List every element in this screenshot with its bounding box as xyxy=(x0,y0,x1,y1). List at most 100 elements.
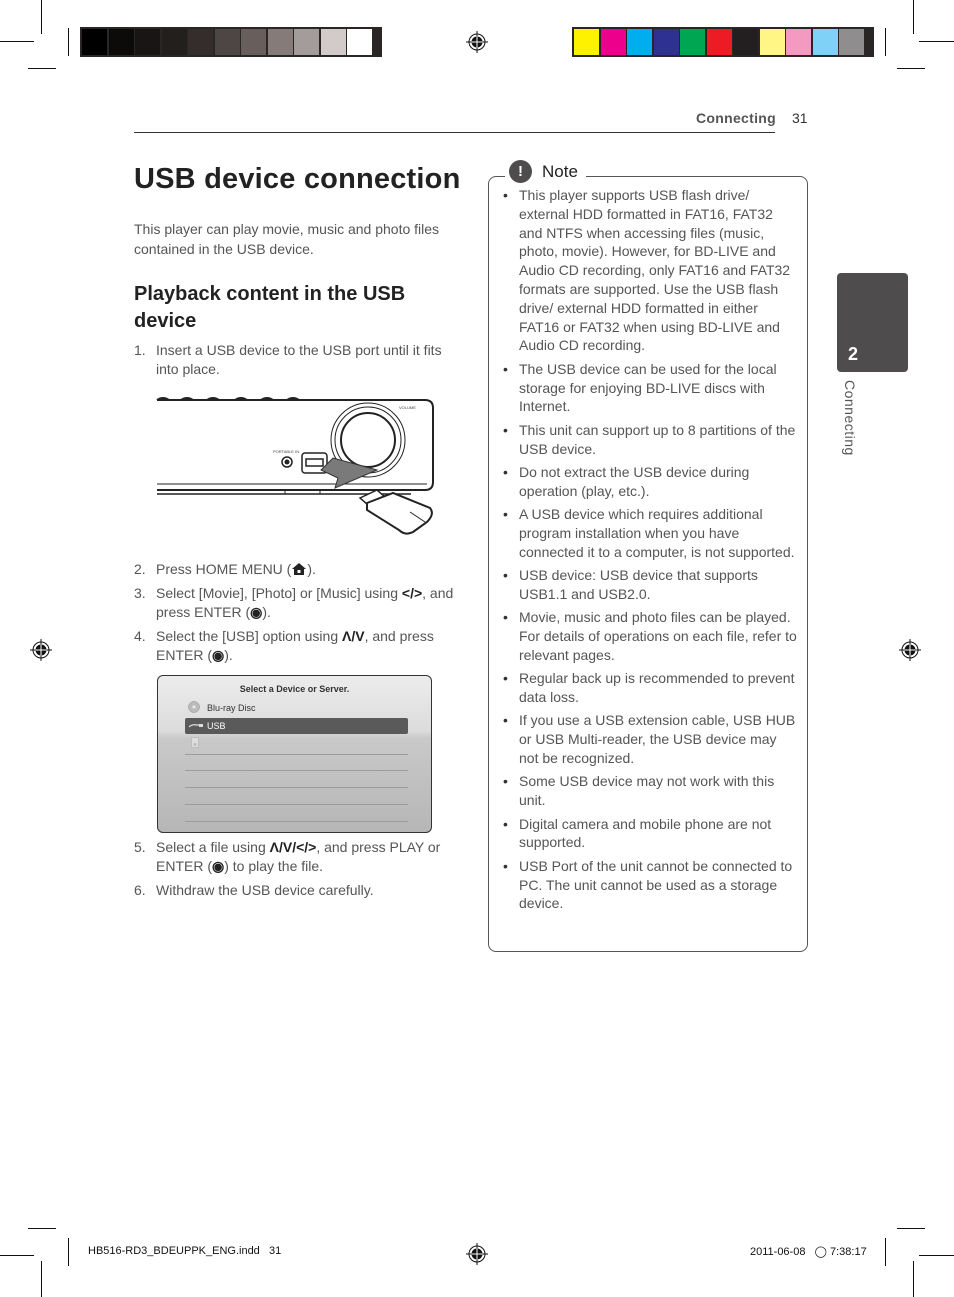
screen-divider xyxy=(185,821,408,822)
up-down-arrows-icon: Λ/V xyxy=(342,628,365,644)
registration-mark-icon xyxy=(466,31,488,53)
color-swatch xyxy=(653,29,679,55)
chapter-tab-label: Connecting xyxy=(842,380,858,456)
note-item: This unit can support up to 8 partitions… xyxy=(503,421,799,459)
exclamation-icon: ! xyxy=(509,160,532,183)
screen-divider xyxy=(185,804,408,805)
note-item: Some USB device may not work with this u… xyxy=(503,772,799,810)
chapter-tab-number: 2 xyxy=(848,344,859,364)
enter-button-icon: ◉ xyxy=(212,647,225,663)
color-swatch xyxy=(320,29,346,55)
screen-item-label: USB xyxy=(207,721,226,731)
color-swatch xyxy=(241,29,266,55)
step-4: 4. Select the [USB] option using Λ/V, an… xyxy=(134,627,464,665)
step-text-end: ). xyxy=(262,604,271,620)
screen-divider xyxy=(185,754,408,755)
screen-item-usb-selected[interactable]: USB xyxy=(185,718,408,734)
color-swatch xyxy=(267,29,293,55)
note-header: ! Note xyxy=(505,160,586,183)
note-item: A USB device which requires additional p… xyxy=(503,505,799,561)
color-swatch xyxy=(214,29,240,55)
player-usb-insertion-illustration: VOLUME PORTABLE IN xyxy=(156,397,434,535)
grayscale-calibration-bar xyxy=(80,27,382,57)
step-text: Select [Movie], [Photo] or [Music] using xyxy=(156,585,402,601)
volume-label: VOLUME xyxy=(399,405,416,410)
step-number: 6. xyxy=(134,882,146,898)
note-item: USB Port of the unit cannot be connected… xyxy=(503,857,799,913)
note-item: USB device: USB device that supports USB… xyxy=(503,566,799,604)
step-number: 4. xyxy=(134,628,146,644)
footer-filename: HB516-RD3_BDEUPPK_ENG.indd 31 xyxy=(88,1245,282,1257)
note-item: Regular back up is recommended to preven… xyxy=(503,669,799,707)
step-1: 1. Insert a USB device to the USB port u… xyxy=(134,341,464,379)
screen-divider xyxy=(185,787,408,788)
running-header-section: Connecting xyxy=(696,110,776,126)
note-list: This player supports USB flash drive/ ex… xyxy=(503,186,799,918)
step-text-end: ). xyxy=(307,561,316,577)
color-swatch xyxy=(759,29,785,55)
step-text: Select the [USB] option using xyxy=(156,628,342,644)
color-swatch xyxy=(812,29,838,55)
note-item: Digital camera and mobile phone are not … xyxy=(503,815,799,853)
step-6: 6. Withdraw the USB device carefully. xyxy=(134,881,464,900)
ipod-icon xyxy=(191,737,199,748)
registration-mark-icon xyxy=(466,1243,488,1265)
step-text: Insert a USB device to the USB port unti… xyxy=(156,342,442,377)
enter-button-icon: ◉ xyxy=(250,604,263,620)
step-text: Withdraw the USB device carefully. xyxy=(156,882,374,898)
enter-button-icon: ◉ xyxy=(212,858,225,874)
color-swatch xyxy=(161,29,187,55)
color-calibration-bar xyxy=(572,27,874,57)
home-icon xyxy=(292,563,307,575)
intro-paragraph: This player can play movie, music and ph… xyxy=(134,221,440,257)
step-text: Press HOME MENU ( xyxy=(156,561,292,577)
color-swatch xyxy=(680,29,705,55)
color-swatch xyxy=(82,29,107,55)
screen-title: Select a Device or Server. xyxy=(239,684,350,694)
note-item: If you use a USB extension cable, USB HU… xyxy=(503,711,799,767)
step-text: Select a file using xyxy=(156,839,270,855)
color-swatch xyxy=(574,29,599,55)
color-swatch xyxy=(347,29,372,55)
page-title: USB device connection xyxy=(134,163,461,195)
color-swatch xyxy=(294,29,319,55)
color-swatch xyxy=(188,29,213,55)
direction-arrows-icon: Λ/V/</> xyxy=(269,839,317,855)
color-swatch xyxy=(600,29,626,55)
disc-icon xyxy=(188,701,200,713)
color-swatch xyxy=(733,29,758,55)
color-swatch xyxy=(706,29,732,55)
note-item: Do not extract the USB device during ope… xyxy=(503,463,799,501)
step-number: 5. xyxy=(134,839,146,855)
step-3: 3. Select [Movie], [Photo] or [Music] us… xyxy=(134,584,464,622)
step-number: 2. xyxy=(134,561,146,577)
usb-icon xyxy=(189,724,203,728)
usb-flash-drive xyxy=(358,489,433,535)
registration-mark-icon xyxy=(30,639,52,661)
step-2: 2. Press HOME MENU (). xyxy=(134,560,464,579)
left-right-arrows-icon: </> xyxy=(401,585,423,601)
note-item: The USB device can be used for the local… xyxy=(503,360,799,416)
screen-item-bluray[interactable]: Blu-ray Disc xyxy=(207,703,256,713)
color-swatch xyxy=(786,29,811,55)
screen-item-ipod-disabled: iPod xyxy=(207,738,226,748)
step-text-end: ) to play the file. xyxy=(224,858,324,874)
note-item: This player supports USB flash drive/ ex… xyxy=(503,186,799,355)
section-heading: Playback content in the USB device xyxy=(134,283,406,332)
registration-mark-icon xyxy=(899,639,921,661)
step-number: 1. xyxy=(134,342,146,358)
header-divider xyxy=(134,132,775,133)
step-text-end: ). xyxy=(224,647,233,663)
color-swatch xyxy=(135,29,160,55)
footer-timestamp: 2011-06-08 ◯ 7:38:17 xyxy=(750,1246,867,1258)
note-item: Movie, music and photo files can be play… xyxy=(503,608,799,664)
color-swatch xyxy=(108,29,134,55)
step-5: 5. Select a file using Λ/V/</>, and pres… xyxy=(134,838,464,876)
page-number: 31 xyxy=(792,110,808,126)
screen-divider xyxy=(185,770,408,771)
step-number: 3. xyxy=(134,585,146,601)
color-swatch xyxy=(839,29,864,55)
portable-in-label: PORTABLE IN xyxy=(273,449,299,454)
device-select-screen: Select a Device or Server. Blu-ray Disc … xyxy=(157,675,432,833)
color-swatch xyxy=(627,29,652,55)
